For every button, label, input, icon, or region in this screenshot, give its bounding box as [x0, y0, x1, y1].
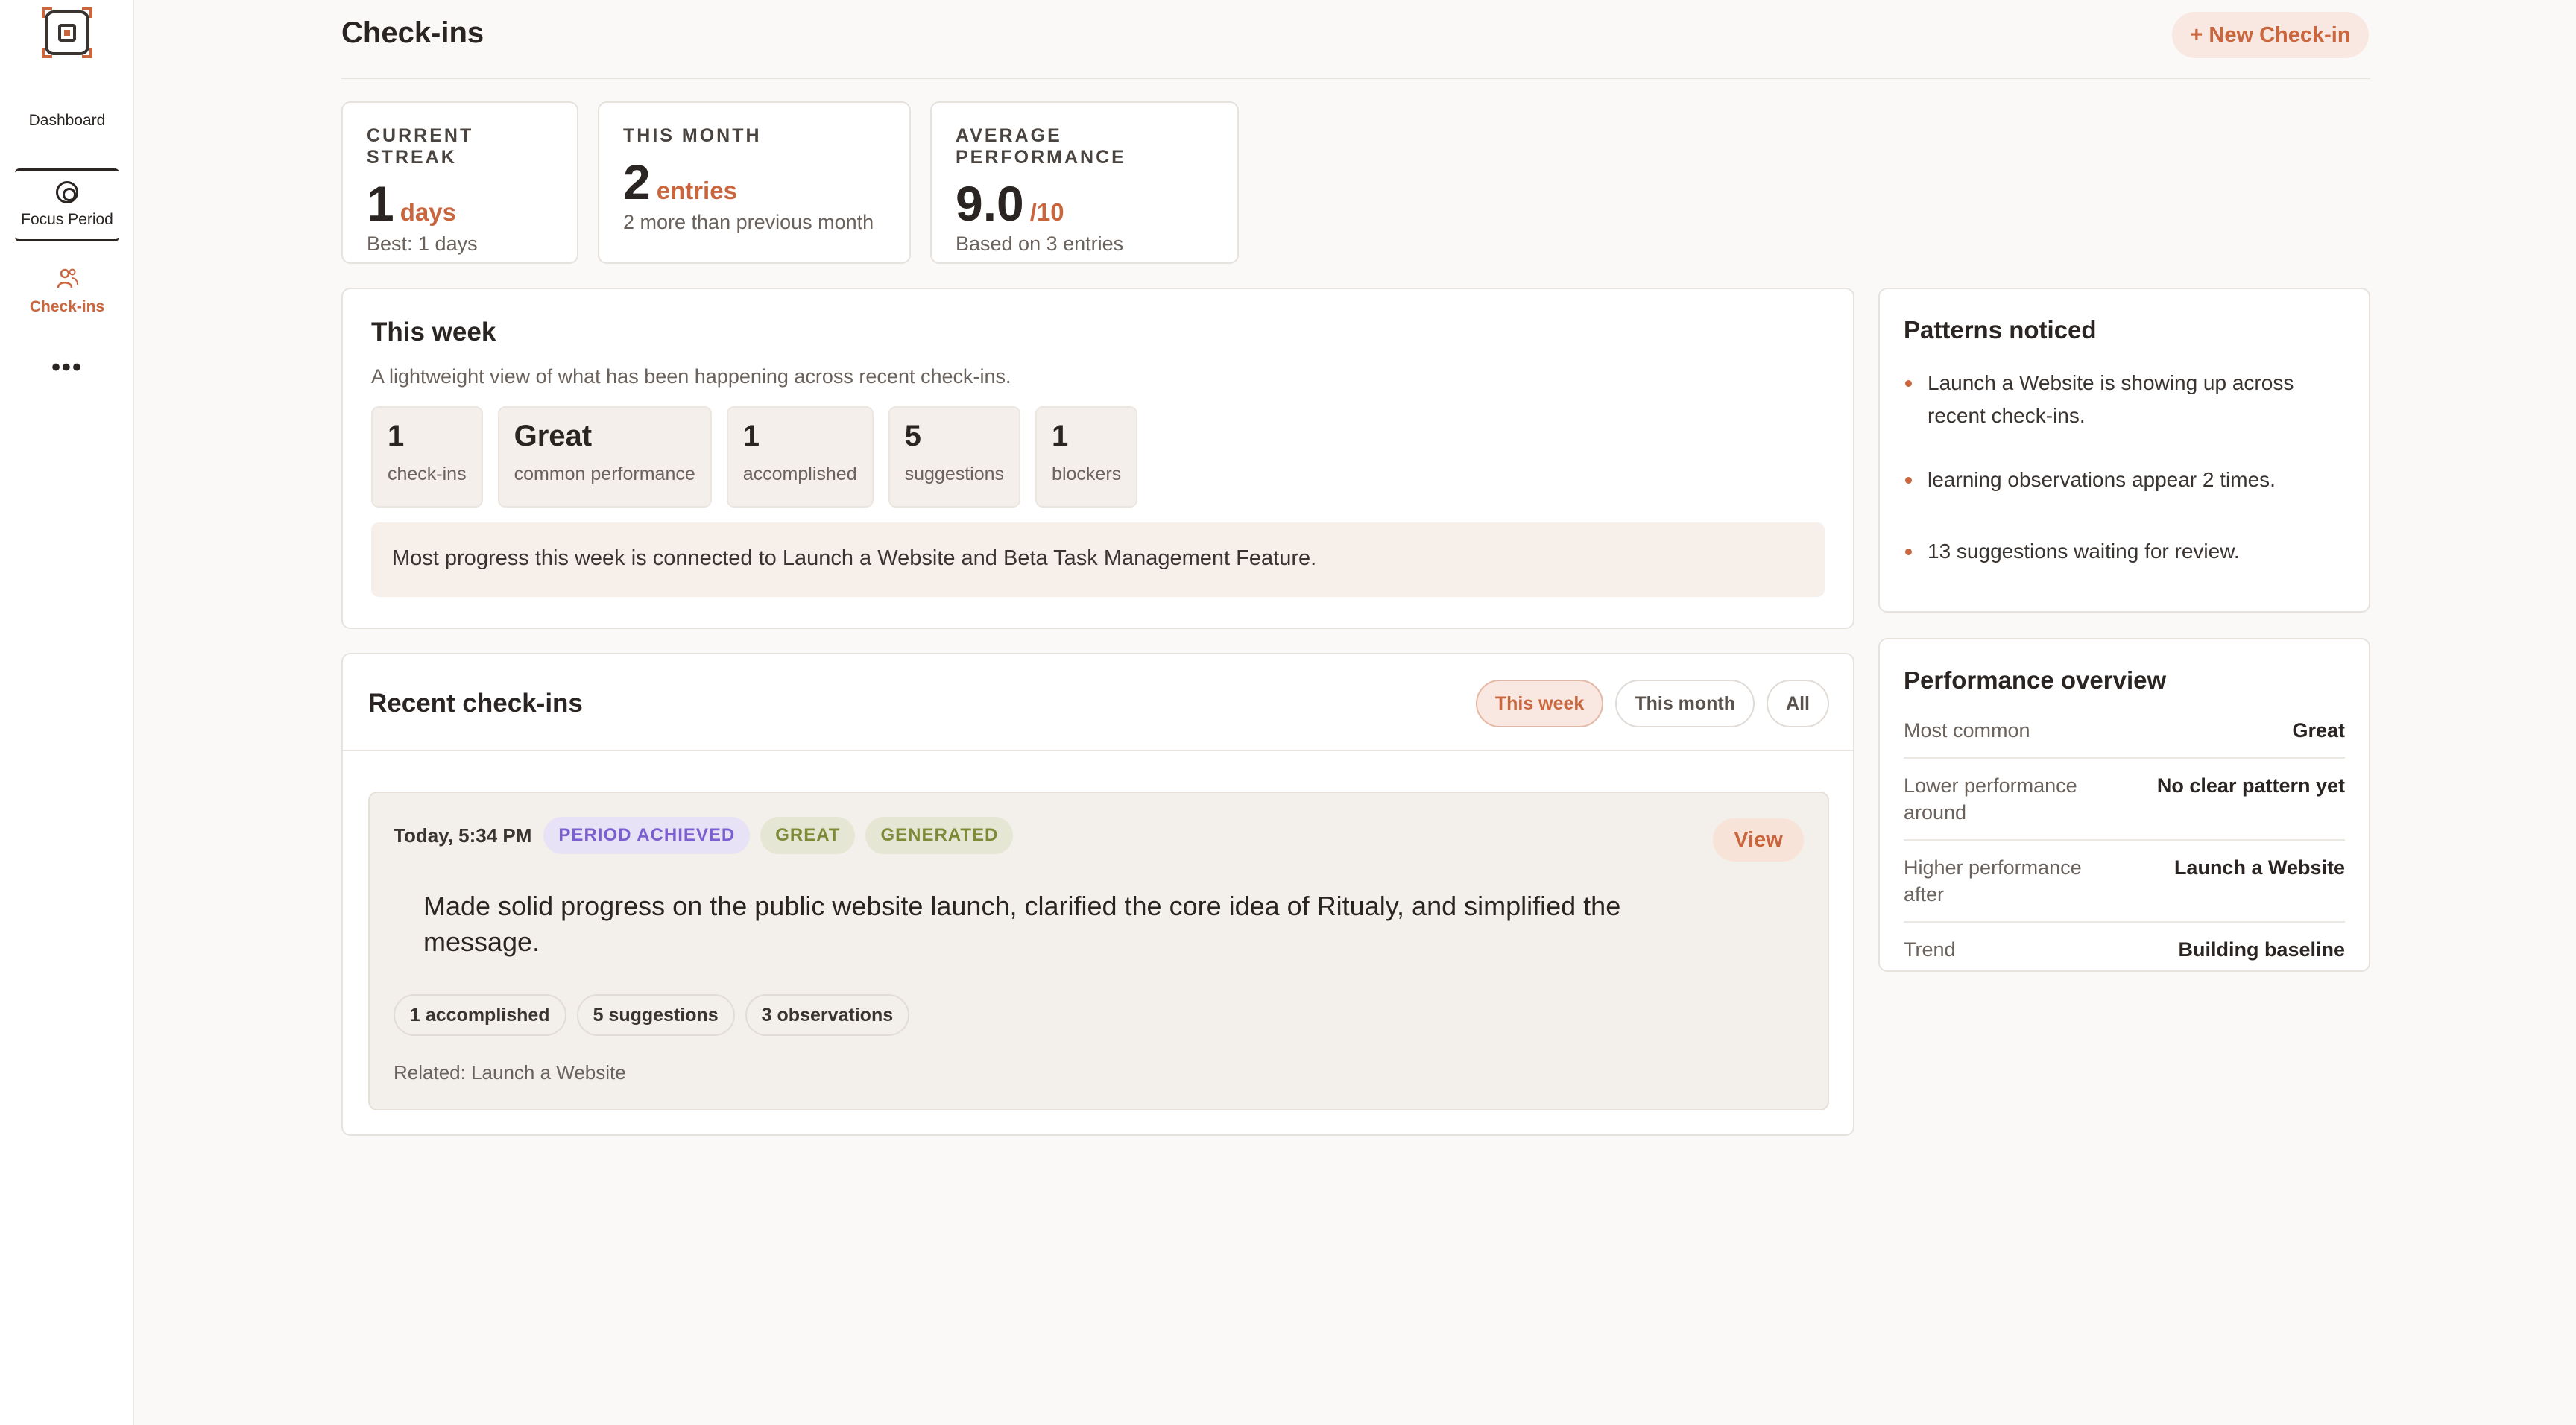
performance-rows: Most common Great Lower performance arou… — [1904, 704, 2345, 976]
filter-this-week[interactable]: This week — [1475, 680, 1604, 727]
week-chip-suggestions: 5 suggestions — [888, 406, 1021, 508]
performance-overview-panel: Performance overview Most common Great L… — [1878, 638, 2370, 972]
list-item: Launch a Website is showing up across re… — [1904, 367, 2345, 432]
stat-card-month: THIS MONTH 2 entries 2 more than previous… — [598, 101, 911, 264]
pill-observations: 3 observations — [745, 994, 910, 1036]
chip-label: blockers — [1052, 464, 1122, 484]
patterns-list: Launch a Website is showing up across re… — [1904, 367, 2345, 568]
chip-value: 1 — [742, 420, 760, 452]
stat-card-streak: CURRENT STREAK 1 days Best: 1 days — [341, 101, 578, 264]
pill-suggestions: 5 suggestions — [576, 994, 735, 1036]
performance-row: Lower performance around No clear patter… — [1904, 759, 2345, 841]
week-chip-performance: Great common performance — [497, 406, 712, 508]
list-item: 13 suggestions waiting for review. — [1904, 535, 2345, 568]
generated-badge: GENERATED — [865, 817, 1014, 854]
entry-pills: 1 accomplished 5 suggestions 3 observati… — [394, 994, 910, 1036]
chip-label: accomplished — [742, 464, 857, 484]
filter-all[interactable]: All — [1767, 680, 1829, 727]
row-value: Launch a Website — [2174, 856, 2345, 879]
chip-label: check-ins — [388, 464, 467, 484]
sidebar: Dashboard Focus Period Check-ins ••• — [0, 0, 134, 1425]
status-badge: PERIOD ACHIEVED — [543, 817, 751, 854]
row-key: Lower performance around — [1904, 774, 2077, 824]
entry-summary: Made solid progress on the public websit… — [423, 891, 1621, 957]
patterns-panel: Patterns noticed Launch a Website is sho… — [1878, 288, 2370, 613]
chip-value: 5 — [904, 420, 921, 452]
chip-value: 1 — [388, 420, 405, 452]
row-key: Trend — [1904, 938, 1956, 961]
filter-this-month[interactable]: This month — [1615, 680, 1755, 727]
stat-unit: entries — [656, 177, 737, 204]
checkin-entry-card[interactable]: Today, 5:34 PM PERIOD ACHIEVED GREAT GEN… — [368, 792, 1829, 1110]
recent-checkins-panel: Recent check-ins This week This month Al… — [341, 653, 1854, 1136]
chip-value: 1 — [1052, 420, 1069, 452]
entry-timestamp: Today, 5:34 PM — [394, 824, 532, 847]
week-chip-accomplished: 1 accomplished — [726, 406, 874, 508]
chip-label: common performance — [514, 464, 695, 484]
this-week-description: A lightweight view of what has been happ… — [371, 365, 1011, 388]
stat-label: CURRENT STREAK — [367, 125, 474, 168]
stat-unit: /10 — [1029, 198, 1064, 226]
nav-checkins-label: Check-ins — [29, 298, 105, 315]
new-checkin-button[interactable]: + New Check-in — [2172, 12, 2369, 58]
view-button[interactable]: View — [1713, 818, 1804, 862]
recent-checkins-title: Recent check-ins — [368, 689, 583, 718]
nav-focus-period-label: Focus Period — [21, 211, 113, 228]
week-summary-chips: 1 check-ins Great common performance 1 a… — [371, 406, 1825, 508]
stat-value: 9.0 — [956, 176, 1024, 231]
this-week-panel: This week A lightweight view of what has… — [341, 288, 1854, 629]
stat-sub: Based on 3 entries — [956, 233, 1124, 255]
nav-dashboard-label: Dashboard — [28, 112, 106, 129]
row-value: No clear pattern yet — [2156, 774, 2345, 797]
patterns-title: Patterns noticed — [1904, 316, 2097, 344]
performance-row: Most common Great — [1904, 704, 2345, 759]
people-icon — [55, 267, 79, 291]
stat-card-performance: AVERAGE PERFORMANCE 9.0/10 Based on 3 en… — [930, 101, 1239, 264]
performance-row: Trend Building baseline — [1904, 923, 2345, 976]
stat-sub: Best: 1 days — [367, 233, 478, 255]
chip-label: suggestions — [904, 464, 1005, 484]
performance-row: Higher performance after Launch a Websit… — [1904, 841, 2345, 923]
stat-label: AVERAGE PERFORMANCE — [956, 125, 1126, 168]
grid-icon — [57, 88, 78, 104]
list-item: learning observations appear 2 times. — [1904, 464, 2345, 496]
week-chip-checkins: 1 check-ins — [371, 406, 483, 508]
stat-label: THIS MONTH — [623, 125, 762, 146]
more-icon[interactable]: ••• — [15, 353, 119, 383]
stat-unit: days — [400, 198, 456, 226]
this-week-title: This week — [371, 317, 496, 347]
entry-related: Related: Launch a Website — [394, 1061, 626, 1084]
row-value: Great — [2292, 719, 2345, 742]
header-divider — [341, 78, 2370, 79]
stat-sub: 2 more than previous month — [623, 211, 874, 233]
nav-checkins[interactable]: Check-ins — [15, 267, 119, 320]
stat-value: 2 — [623, 154, 651, 209]
week-chip-blockers: 1 blockers — [1035, 406, 1138, 508]
week-insight-note: Most progress this week is connected to … — [371, 522, 1825, 597]
nav-dashboard[interactable]: Dashboard — [15, 88, 119, 142]
pill-accomplished: 1 accomplished — [394, 994, 566, 1036]
nav-focus-period[interactable]: Focus Period — [15, 168, 119, 241]
entry-meta: Today, 5:34 PM PERIOD ACHIEVED GREAT GEN… — [394, 817, 1014, 854]
target-icon — [56, 181, 78, 203]
page-title: Check-ins — [341, 16, 484, 49]
stat-value: 1 — [367, 176, 394, 231]
chip-value: Great — [514, 420, 593, 452]
app-logo[interactable] — [42, 7, 92, 58]
row-key: Most common — [1904, 719, 2030, 742]
performance-overview-title: Performance overview — [1904, 666, 2167, 694]
row-key: Higher performance after — [1904, 856, 2082, 906]
filter-group: This week This month All — [1475, 680, 1829, 727]
row-value: Building baseline — [2178, 938, 2345, 961]
performance-badge: GREAT — [760, 817, 856, 854]
recent-checkins-header: Recent check-ins This week This month Al… — [343, 654, 1853, 751]
